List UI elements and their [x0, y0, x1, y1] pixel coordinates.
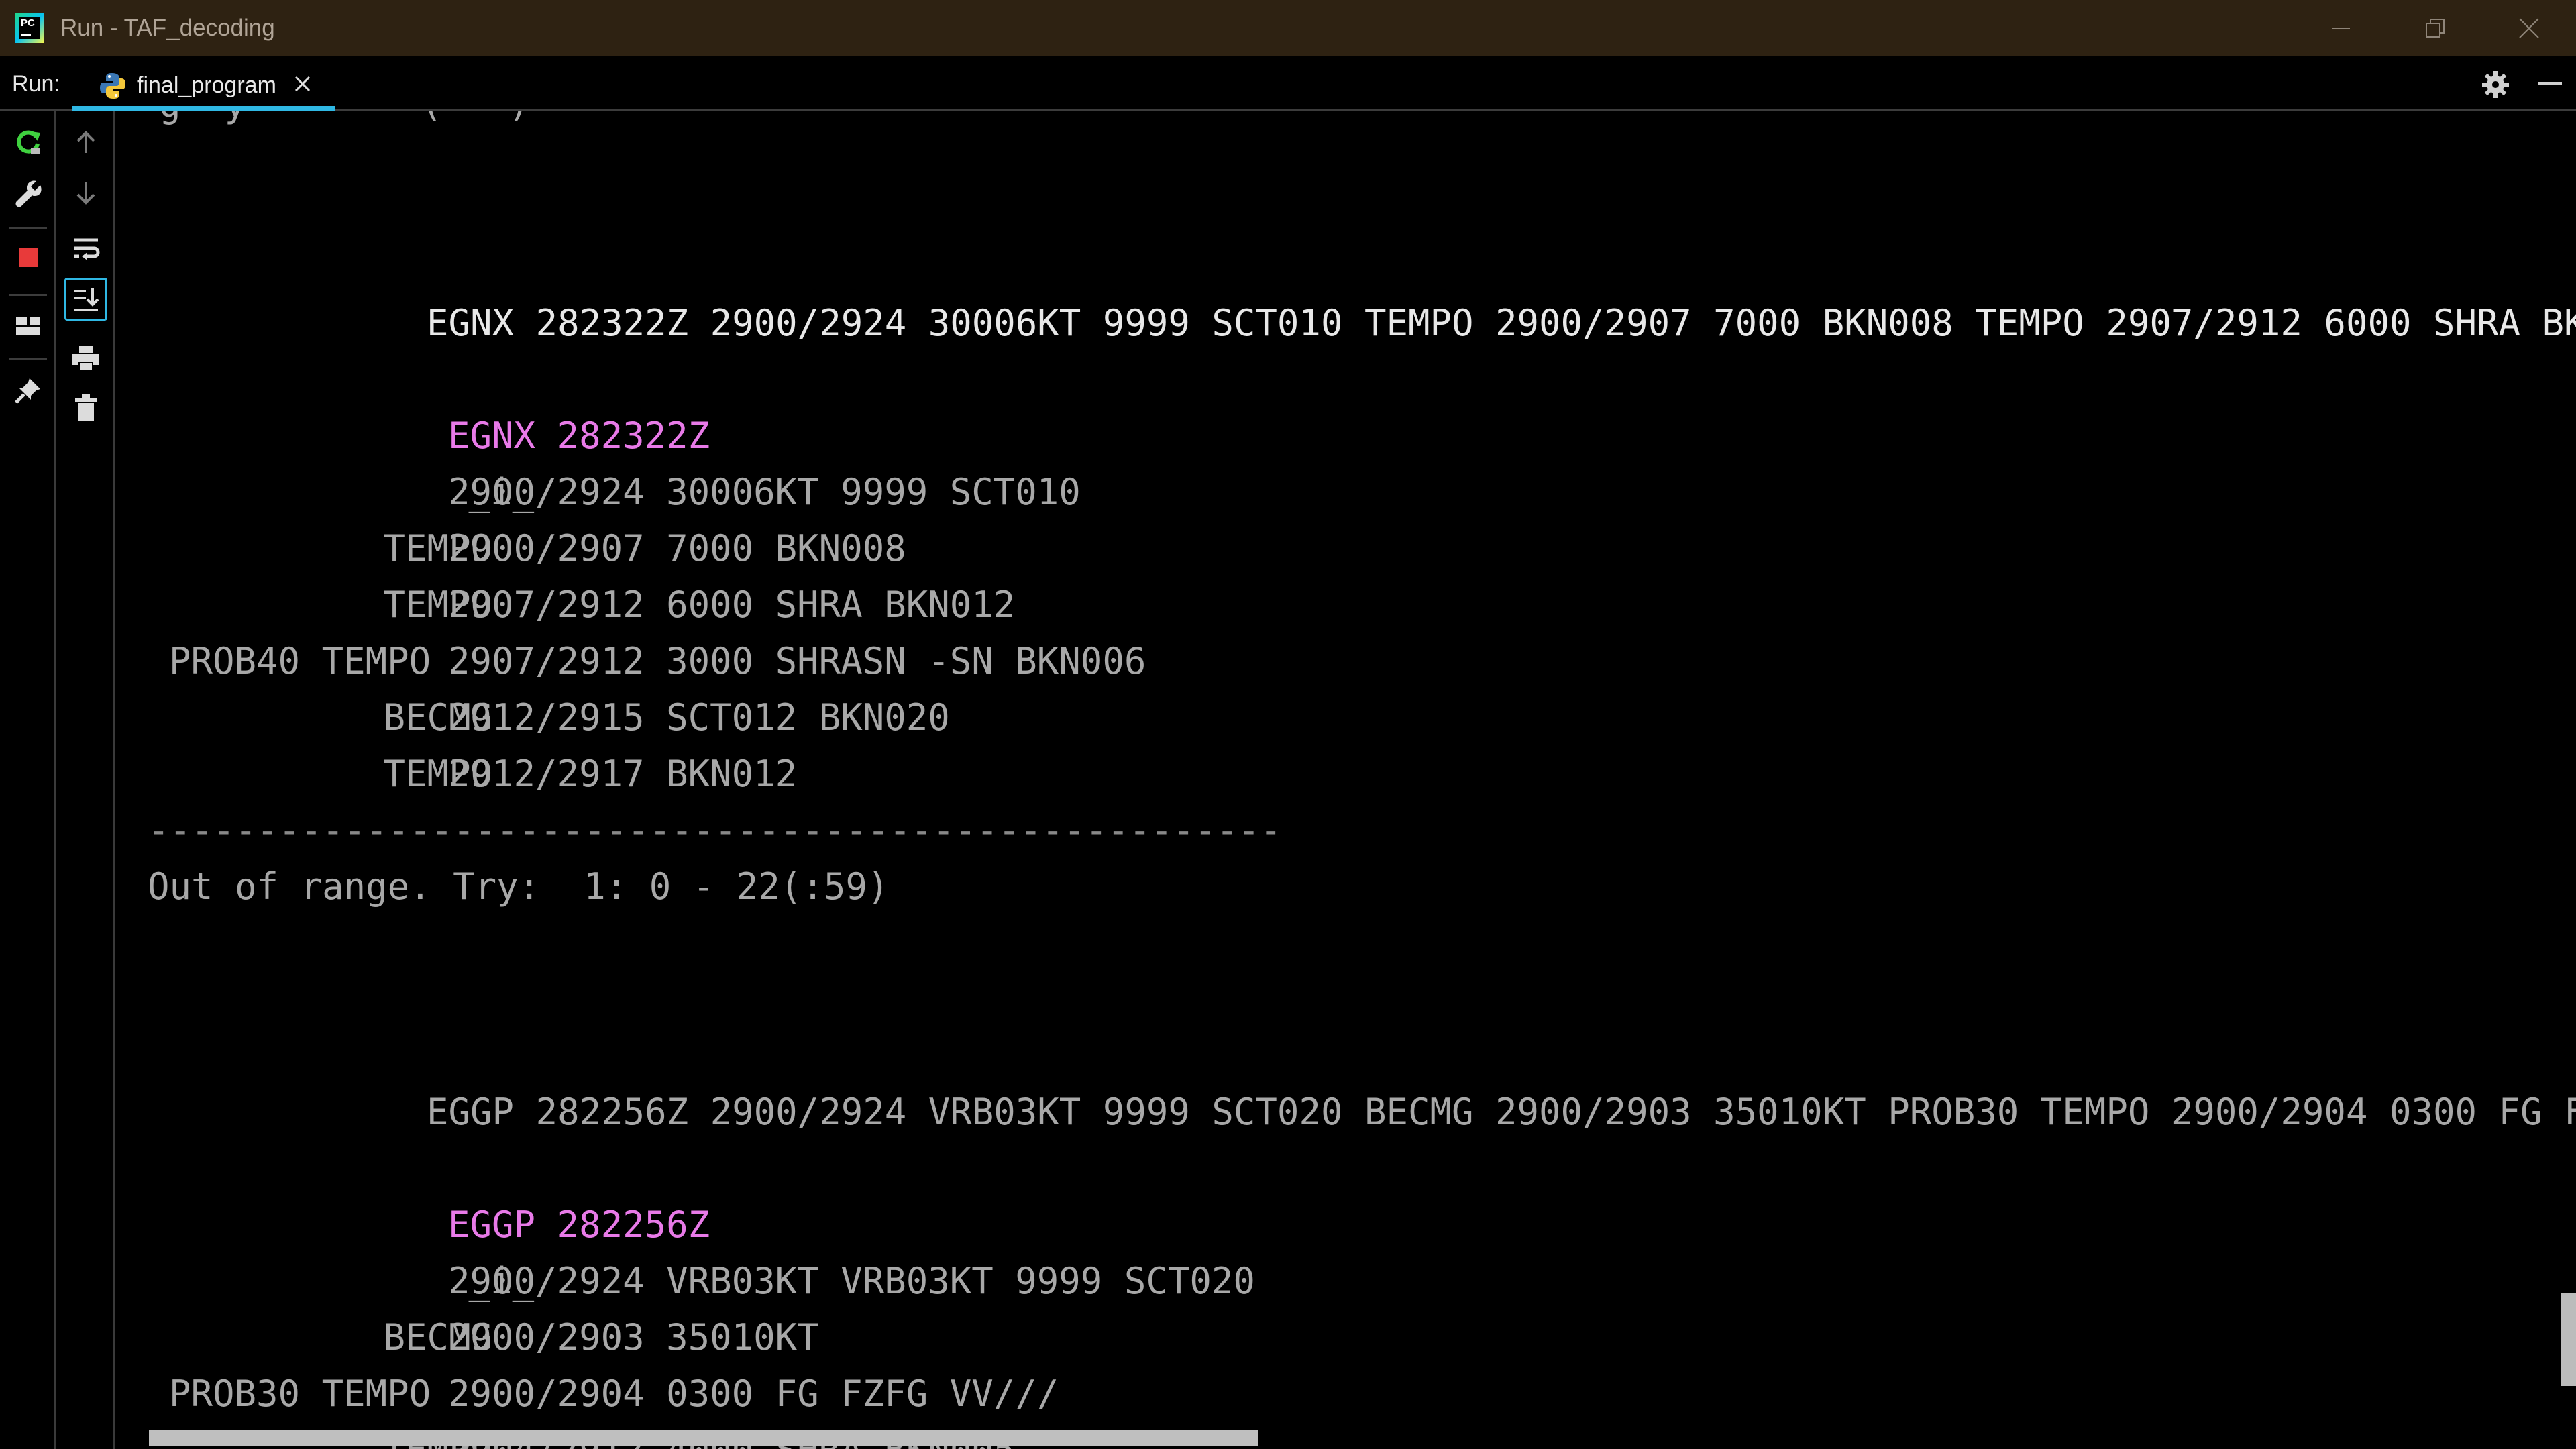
minimize-icon	[2332, 28, 2350, 29]
title-bar: PC Run - TAF_decoding	[0, 0, 2576, 56]
taf-line-text: 2907/2912 6000 SHRA BKN012	[448, 584, 1016, 626]
taf-line-text: 2907/2912 3000 SHRASN -SN BKN006	[448, 640, 1146, 682]
taf-line-prefix: PROB30 TEMPO	[169, 1373, 431, 1415]
window-title: Run - TAF_decoding	[60, 15, 275, 41]
run-label: Run:	[12, 71, 60, 97]
active-tab-indicator	[72, 106, 335, 111]
gear-icon[interactable]	[2481, 70, 2510, 103]
taf-line-text: 2900/2907 7000 BKN008	[448, 527, 906, 570]
close-icon	[2519, 18, 2539, 38]
restore-window-button[interactable]	[2388, 0, 2482, 56]
taf-header: EGGP 282256Z	[448, 1203, 710, 1246]
taf-raw-line: EGNX 282322Z 2900/2924 30006KT 9999 SCT0…	[427, 302, 2576, 344]
trash-icon[interactable]	[66, 388, 106, 428]
out-of-range-message: Out of range. Try: 1: 0 - 22(:59)	[148, 865, 890, 908]
pycharm-logo-icon: PC	[15, 13, 44, 43]
soft-wrap-icon[interactable]	[66, 228, 106, 268]
taf-header: EGNX 282322Z	[448, 415, 710, 457]
arrow-up-icon[interactable]	[66, 122, 106, 162]
run-tool-window-header: Run: final_program	[0, 56, 2576, 111]
vertical-scrollbar-thumb[interactable]	[2561, 1293, 2576, 1386]
arrow-down-icon[interactable]	[66, 173, 106, 213]
print-icon[interactable]	[66, 338, 106, 378]
wrench-icon[interactable]	[8, 173, 48, 213]
scroll-to-end-icon[interactable]	[64, 278, 107, 321]
python-icon	[98, 71, 127, 104]
taf-line-prefix: PROB40 TEMPO	[169, 640, 431, 682]
divider-line: ----------------------------------------…	[148, 809, 1282, 851]
taf-raw-line: EGGP 282256Z 2900/2924 VRB03KT 9999 SCT0…	[427, 1091, 2576, 1133]
close-tab-icon[interactable]	[294, 75, 311, 96]
layout-icon[interactable]	[8, 306, 48, 346]
taf-line-text: 2900/2924 30006KT 9999 SCT010	[448, 471, 1081, 513]
stop-icon[interactable]	[8, 237, 48, 278]
rerun-icon[interactable]	[8, 122, 48, 162]
pin-icon[interactable]	[8, 370, 48, 411]
close-window-button[interactable]	[2482, 0, 2576, 56]
console-actions-toolbar	[56, 111, 115, 1449]
console-output[interactable]: g y ( ) EGNX 282322Z 2900/2924 30006KT 9…	[115, 111, 2576, 1449]
minimize-window-button[interactable]	[2294, 0, 2388, 56]
taf-line-text: 2912/2915 SCT012 BKN020	[448, 696, 950, 739]
hide-tool-window-button[interactable]	[2538, 82, 2562, 85]
taf-line-text: 2900/2924 VRB03KT VRB03KT 9999 SCT020	[448, 1260, 1255, 1302]
restore-icon	[2426, 19, 2445, 38]
toolbar-separator	[9, 294, 47, 296]
logo-text: PC	[21, 17, 35, 29]
taf-line-text: 2912/2917 BKN012	[448, 753, 798, 795]
tab-label: final_program	[137, 72, 276, 98]
toolbar-separator	[9, 227, 47, 229]
console-line-partial: g y ( )	[115, 111, 530, 133]
horizontal-scrollbar-thumb[interactable]	[149, 1430, 1258, 1446]
tab-final-program[interactable]: final_program	[72, 56, 335, 111]
taf-line-text: 2900/2903 35010KT	[448, 1316, 819, 1358]
toolbar-separator	[9, 358, 47, 360]
taf-line-text: 2900/2904 0300 FG FZFG VV///	[448, 1373, 1059, 1415]
run-actions-toolbar	[0, 111, 56, 1449]
